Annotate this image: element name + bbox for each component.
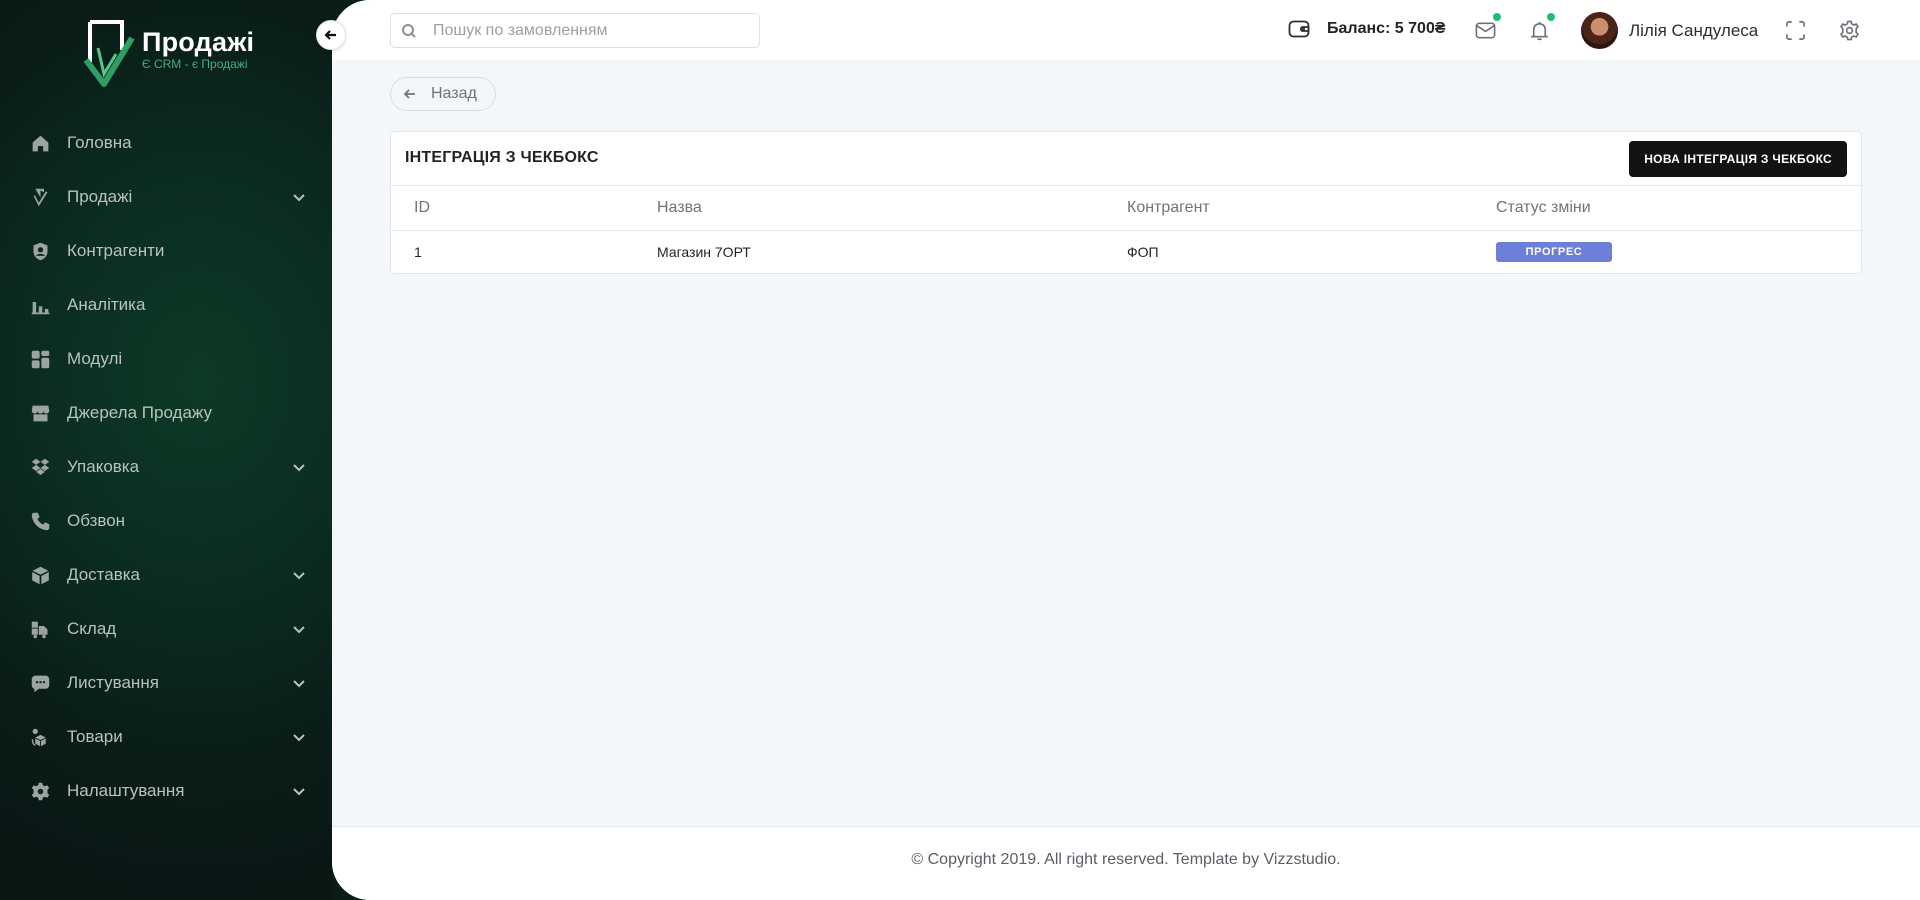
brand-logo[interactable]: Продажі Є CRM - є Продажі <box>82 18 262 88</box>
sidebar-item-settings[interactable]: Налаштування <box>0 764 332 818</box>
sidebar-item-counterparties[interactable]: Контрагенти <box>0 224 332 278</box>
sidebar-item-products[interactable]: Товари <box>0 710 332 764</box>
mail-button[interactable] <box>1472 13 1501 43</box>
store-icon <box>29 402 51 424</box>
sidebar-item-sales[interactable]: Продажі <box>0 170 332 224</box>
copyright-text: © Copyright 2019. All right reserved. Te… <box>911 850 1341 868</box>
chevron-down-icon[interactable] <box>292 676 306 690</box>
dropbox-icon <box>29 456 51 478</box>
brand-tagline: Є CRM - є Продажі <box>142 57 248 71</box>
sidebar-item-label: Головна <box>67 133 132 152</box>
logo-mark-icon <box>83 20 135 87</box>
user-name: Лілія Сандулеса <box>1629 20 1759 40</box>
settings-button[interactable] <box>1836 17 1862 43</box>
sidebar-item-label: Аналітика <box>67 295 146 314</box>
sidebar-item-modules[interactable]: Модулі <box>0 332 332 386</box>
sidebar-item-home[interactable]: Головна <box>0 116 332 170</box>
sidebar: Продажі Є CRM - є Продажі Головна Продаж… <box>0 0 332 900</box>
sidebar-item-label: Упаковка <box>67 457 140 476</box>
notifications-button[interactable] <box>1526 13 1555 43</box>
table-row[interactable]: 1 Магазин 7ОРТ ФОП ПРОГРЕС <box>391 230 1861 274</box>
sidebar-item-label: Склад <box>67 619 117 638</box>
chevron-down-icon[interactable] <box>292 190 306 204</box>
topbar: Баланс: 5 700₴ Лілія Сандулеса <box>332 0 1920 60</box>
fullscreen-button[interactable] <box>1782 17 1808 43</box>
gear-icon <box>1839 20 1859 40</box>
phone-icon <box>29 510 51 532</box>
mail-icon <box>1475 21 1495 39</box>
notification-dot <box>1547 13 1555 21</box>
page-title: ІНТЕГРАЦІЯ З ЧЕКБОКС <box>405 149 599 166</box>
sidebar-item-delivery[interactable]: Доставка <box>0 548 332 602</box>
bell-icon <box>1529 21 1549 40</box>
gear-icon <box>29 780 51 802</box>
sidebar-item-sales-sources[interactable]: Джерела Продажу <box>0 386 332 440</box>
sales-icon <box>29 186 51 208</box>
sidebar-item-messages[interactable]: Листування <box>0 656 332 710</box>
bar-chart-icon <box>29 294 51 316</box>
back-button[interactable]: Назад <box>390 77 496 111</box>
sidebar-item-label: Контрагенти <box>67 241 165 260</box>
sidebar-item-warehouse[interactable]: Склад <box>0 602 332 656</box>
sidebar-collapse-button[interactable] <box>316 20 346 50</box>
arrow-left-icon <box>403 89 415 99</box>
sidebar-item-label: Модулі <box>67 349 123 368</box>
sidebar-item-label: Налаштування <box>67 781 185 800</box>
card-header: ІНТЕГРАЦІЯ З ЧЕКБОКС НОВА ІНТЕГРАЦІЯ З Ч… <box>391 132 1861 186</box>
column-header-counterparty[interactable]: Контрагент <box>1127 186 1496 231</box>
chevron-down-icon[interactable] <box>292 730 306 744</box>
cube-icon <box>29 564 51 586</box>
back-button-label: Назад <box>431 85 477 102</box>
sidebar-item-label: Джерела Продажу <box>67 403 212 422</box>
column-header-status[interactable]: Статус зміни <box>1496 186 1861 231</box>
cell-status: ПРОГРЕС <box>1496 230 1861 274</box>
fullscreen-icon <box>1785 20 1805 40</box>
avatar[interactable] <box>1581 12 1618 49</box>
user-menu[interactable]: Лілія Сандулеса <box>1581 12 1758 49</box>
brand-name: Продажі <box>142 27 255 57</box>
chevron-down-icon[interactable] <box>292 568 306 582</box>
balance-value: Баланс: 5 700₴ <box>1327 20 1446 37</box>
products-icon <box>29 726 51 748</box>
sidebar-item-calls[interactable]: Обзвон <box>0 494 332 548</box>
main-content: Баланс: 5 700₴ Лілія Сандулеса Назад ІНТ… <box>332 0 1920 900</box>
sidebar-item-label: Листування <box>67 673 159 692</box>
balance-widget[interactable]: Баланс: 5 700₴ <box>1287 17 1446 41</box>
checkbox-integration-card: ІНТЕГРАЦІЯ З ЧЕКБОКС НОВА ІНТЕГРАЦІЯ З Ч… <box>390 131 1862 274</box>
wallet-icon <box>1288 20 1310 38</box>
column-header-id[interactable]: ID <box>391 186 657 231</box>
home-icon <box>29 132 51 154</box>
chat-icon <box>29 672 51 694</box>
cell-id: 1 <box>414 244 422 261</box>
sidebar-item-analytics[interactable]: Аналітика <box>0 278 332 332</box>
search-input[interactable] <box>433 21 753 40</box>
chevron-down-icon[interactable] <box>292 784 306 798</box>
footer: © Copyright 2019. All right reserved. Te… <box>332 826 1920 900</box>
grid-icon <box>29 348 51 370</box>
cell-counterparty: ФОП <box>1127 244 1159 261</box>
sidebar-item-packaging[interactable]: Упаковка <box>0 440 332 494</box>
search-box[interactable] <box>390 13 760 48</box>
user-shield-icon <box>29 240 51 262</box>
sidebar-nav: Головна Продажі Контрагенти Аналітика Мо… <box>0 116 332 818</box>
column-header-name[interactable]: Назва <box>657 186 1127 231</box>
truck-icon <box>29 618 51 640</box>
chevron-down-icon[interactable] <box>292 622 306 636</box>
status-badge: ПРОГРЕС <box>1496 242 1612 263</box>
chevron-down-icon[interactable] <box>292 460 306 474</box>
sidebar-item-label: Продажі <box>67 187 133 206</box>
search-icon <box>402 23 416 38</box>
table-header-row: ID Назва Контрагент Статус зміни <box>391 186 1861 231</box>
sidebar-item-label: Товари <box>67 727 123 746</box>
integrations-table: ID Назва Контрагент Статус зміни 1 Магаз… <box>391 186 1861 274</box>
mail-notification-dot <box>1493 13 1501 21</box>
sidebar-item-label: Обзвон <box>67 511 126 530</box>
arrow-left-icon <box>324 30 336 40</box>
sidebar-item-label: Доставка <box>67 565 141 584</box>
new-integration-button[interactable]: НОВА ІНТЕГРАЦІЯ З ЧЕКБОКС <box>1629 141 1847 177</box>
cell-name[interactable]: Магазин 7ОРТ <box>657 230 1127 274</box>
